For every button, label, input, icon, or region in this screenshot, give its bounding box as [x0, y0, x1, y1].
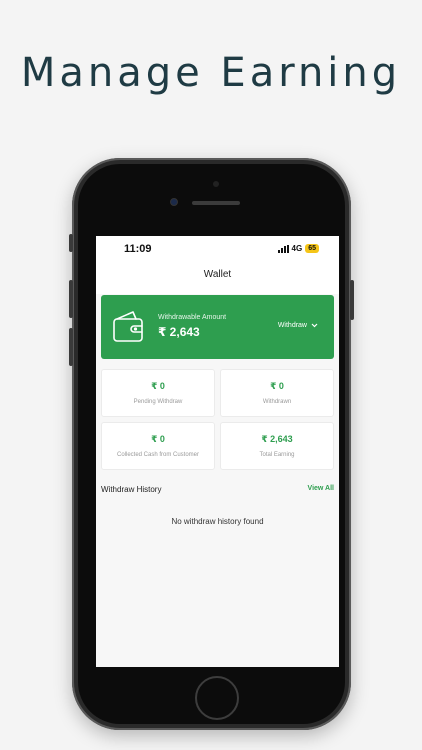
status-time: 11:09 — [124, 243, 152, 255]
stat-card-collected-cash: ₹ 0 Collected Cash from Customer — [101, 422, 215, 470]
chevron-down-icon — [311, 323, 318, 328]
status-indicators: 4G 65 — [277, 244, 319, 253]
phone-mute-switch — [69, 234, 73, 252]
stat-value: ₹ 0 — [151, 381, 165, 391]
view-all-link[interactable]: View All — [308, 485, 334, 492]
withdraw-button-label: Withdraw — [277, 322, 307, 329]
withdrawable-amount-label: Withdrawable Amount — [158, 314, 227, 321]
withdraw-history-header: Withdraw History View All — [101, 485, 334, 497]
battery-icon: 65 — [305, 244, 319, 253]
home-button[interactable] — [195, 676, 239, 720]
phone-bezel: 11:09 4G 65 Wallet Withdrawable Amount ₹… — [78, 164, 345, 724]
stat-card-pending-withdraw: ₹ 0 Pending Withdraw — [101, 369, 215, 417]
stat-card-total-earning: ₹ 2,643 Total Earning — [220, 422, 334, 470]
stat-value: ₹ 0 — [270, 381, 284, 391]
status-bar: 11:09 4G 65 — [96, 236, 339, 260]
stat-label: Total Earning — [259, 452, 295, 458]
withdrawable-amount-value: ₹ 2,643 — [158, 325, 200, 339]
signal-icon — [277, 244, 289, 253]
page-title: Wallet — [203, 269, 232, 280]
stat-label: Withdrawn — [262, 399, 292, 405]
camera-icon — [170, 198, 178, 206]
promo-headline: Manage Earning — [20, 50, 402, 96]
app-bar: Wallet — [96, 260, 339, 294]
stat-value: ₹ 2,643 — [261, 434, 293, 444]
withdraw-history-title: Withdraw History — [101, 485, 162, 494]
stat-label: Pending Withdraw — [133, 399, 183, 405]
phone-volume-up — [69, 280, 73, 318]
phone-frame: 11:09 4G 65 Wallet Withdrawable Amount ₹… — [69, 158, 354, 730]
stat-card-withdrawn: ₹ 0 Withdrawn — [220, 369, 334, 417]
phone-power-button — [350, 280, 354, 320]
network-type: 4G — [291, 244, 303, 253]
stat-value: ₹ 0 — [151, 434, 165, 444]
phone-screen: 11:09 4G 65 Wallet Withdrawable Amount ₹… — [96, 236, 339, 667]
withdraw-history-empty-message: No withdraw history found — [171, 517, 264, 526]
withdrawable-balance-card: Withdrawable Amount ₹ 2,643 Withdraw — [101, 295, 334, 359]
phone-volume-down — [69, 328, 73, 366]
stat-label: Collected Cash from Customer — [116, 452, 200, 458]
earnings-stats-grid: ₹ 0 Pending Withdraw ₹ 0 Withdrawn ₹ 0 C… — [101, 369, 334, 470]
sensor-icon — [213, 181, 219, 187]
wallet-icon — [113, 311, 143, 342]
speaker-grille — [192, 201, 240, 205]
withdraw-button[interactable]: Withdraw — [278, 322, 318, 329]
